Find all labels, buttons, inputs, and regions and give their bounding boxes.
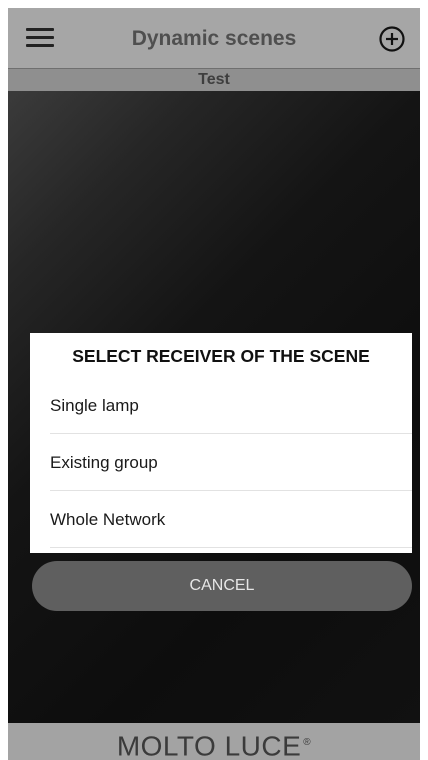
option-label: Single lamp (50, 396, 139, 415)
option-single-lamp[interactable]: Single lamp (30, 377, 412, 434)
scene-name-bar: Test (8, 69, 420, 91)
cancel-button[interactable]: CANCEL (32, 561, 412, 611)
option-existing-group[interactable]: Existing group (30, 434, 412, 491)
top-bar: Dynamic scenes (8, 8, 420, 69)
main-content-area: SELECT RECEIVER OF THE SCENE Single lamp… (8, 91, 420, 723)
hamburger-menu-icon[interactable] (26, 28, 54, 48)
brand-logo-text: MOLTO LUCE (116, 730, 302, 760)
option-label: Whole Network (50, 510, 166, 529)
add-circle-icon[interactable] (378, 25, 406, 53)
option-whole-network[interactable]: Whole Network (30, 491, 412, 548)
option-label: Existing group (50, 453, 158, 472)
dialog-title: SELECT RECEIVER OF THE SCENE (72, 346, 370, 366)
receiver-select-dialog: SELECT RECEIVER OF THE SCENE Single lamp… (30, 333, 412, 553)
registered-mark: ® (303, 737, 312, 748)
app-screen: Dynamic scenes Test SELECT RECEIVER OF T… (8, 8, 420, 760)
divider (50, 547, 412, 548)
brand-footer: MOLTO LUCE ® (8, 723, 420, 760)
page-title: Dynamic scenes (131, 27, 297, 50)
